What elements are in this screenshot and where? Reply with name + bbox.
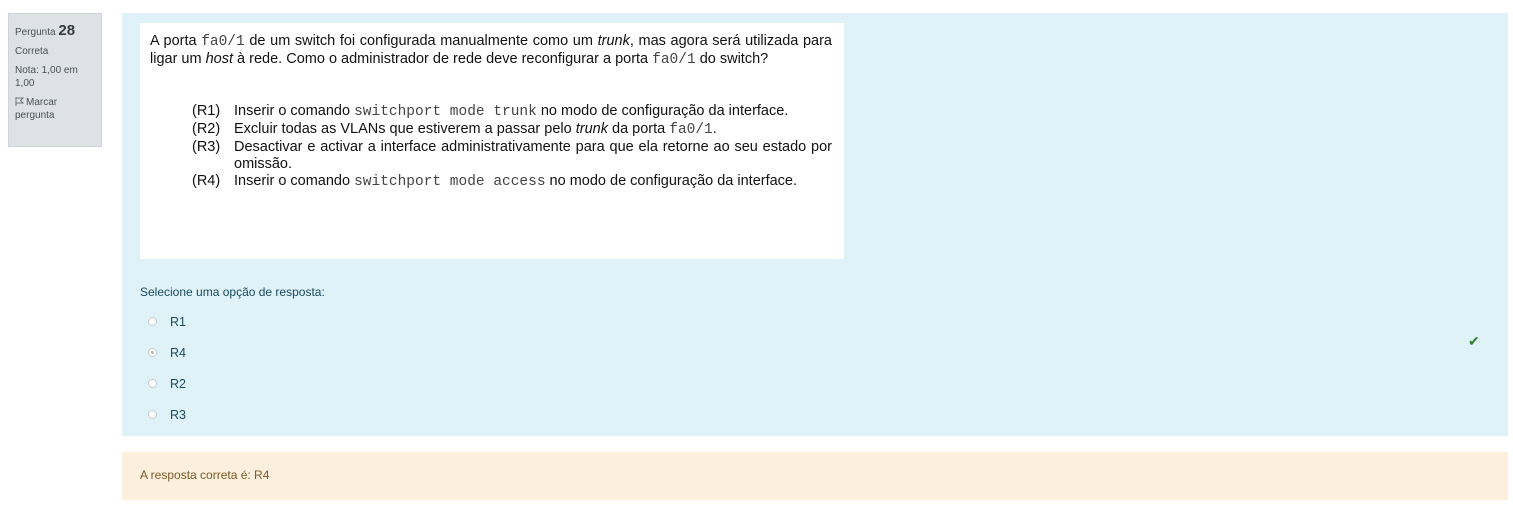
statement-text: Inserir o comando switchport mode access… bbox=[234, 173, 832, 191]
question-text-part: A porta bbox=[150, 33, 202, 49]
statement-label: (R4) bbox=[192, 173, 221, 189]
statement-code: fa0/1 bbox=[669, 122, 713, 138]
answer-label: R4 bbox=[170, 345, 186, 360]
radio-button-selected[interactable] bbox=[148, 348, 157, 357]
statement-label: (R1) bbox=[192, 103, 221, 119]
question-outcome: A resposta correta é: R4 bbox=[122, 452, 1508, 500]
statement-code: switchport mode trunk bbox=[354, 104, 537, 120]
statement-r2: (R2) Excluir todas as VLANs que estivere… bbox=[192, 121, 832, 139]
answer-option-r3[interactable]: R3 bbox=[148, 399, 186, 430]
statement-code: switchport mode access bbox=[354, 174, 546, 190]
answer-label: R1 bbox=[170, 314, 186, 329]
statement-label: (R2) bbox=[192, 121, 221, 137]
statement-text: Desactivar e activar a interface adminis… bbox=[234, 139, 832, 172]
statement-text-part: no modo de configuração da interface. bbox=[545, 173, 798, 189]
question-image: A porta fa0/1 de um switch foi configura… bbox=[140, 23, 844, 259]
question-formulation: A porta fa0/1 de um switch foi configura… bbox=[122, 13, 1508, 436]
statement-text-part: . bbox=[712, 121, 717, 137]
radio-button[interactable] bbox=[148, 410, 157, 419]
question-text-part: de um switch foi configurada manualmente… bbox=[244, 33, 598, 49]
question-grade: Nota: 1,00 em 1,00 bbox=[15, 64, 78, 89]
right-answer-text: A resposta correta é: R4 bbox=[140, 468, 270, 482]
statement-text-part: no modo de configuração da interface. bbox=[536, 103, 789, 119]
answer-label: R2 bbox=[170, 376, 186, 391]
question-number: 28 bbox=[58, 22, 76, 39]
answer-prompt: Selecione uma opção de resposta: bbox=[140, 285, 325, 299]
statement-r3: (R3) Desactivar e activar a interface ad… bbox=[192, 139, 832, 173]
answer-options: R1 R4 R2 R3 bbox=[148, 306, 186, 430]
statement-label: (R3) bbox=[192, 139, 221, 155]
radio-button[interactable] bbox=[148, 317, 157, 326]
statement-text: Inserir o comando switchport mode trunk … bbox=[234, 103, 832, 121]
check-icon: ✔ bbox=[1468, 333, 1480, 349]
answer-option-r1[interactable]: R1 bbox=[148, 306, 186, 337]
statement-text-part: Inserir o comando bbox=[234, 173, 355, 189]
answer-option-r4[interactable]: R4 bbox=[148, 337, 186, 368]
question-state: Correta bbox=[15, 45, 49, 57]
statement-text-part: Inserir o comando bbox=[234, 103, 355, 119]
statement-text: Excluir todas as VLANs que estiverem a p… bbox=[234, 121, 832, 139]
question-text-part: à rede. Como o administrador de rede dev… bbox=[233, 51, 653, 67]
statement-r4: (R4) Inserir o comando switchport mode a… bbox=[192, 173, 832, 191]
answer-label: R3 bbox=[170, 407, 186, 422]
statement-list: (R1) Inserir o comando switchport mode t… bbox=[192, 103, 832, 191]
question-text: A porta fa0/1 de um switch foi configura… bbox=[150, 33, 832, 69]
statement-r1: (R1) Inserir o comando switchport mode t… bbox=[192, 103, 832, 121]
statement-text-part: da porta bbox=[607, 121, 670, 137]
question-code: fa0/1 bbox=[652, 52, 696, 68]
question-emphasis: trunk bbox=[597, 33, 630, 49]
radio-button[interactable] bbox=[148, 379, 157, 388]
question-text-part: do switch? bbox=[695, 51, 769, 67]
answer-option-r2[interactable]: R2 bbox=[148, 368, 186, 399]
question-emphasis: host bbox=[205, 51, 234, 67]
flag-icon bbox=[15, 96, 26, 108]
statement-text-part: Excluir todas as VLANs que estiverem a p… bbox=[234, 121, 576, 137]
question-code: fa0/1 bbox=[201, 34, 245, 50]
question-number-row: Pergunta 28 bbox=[15, 21, 95, 41]
statement-emphasis: trunk bbox=[575, 121, 608, 137]
flag-question-link[interactable]: Marcar pergunta bbox=[15, 96, 95, 122]
question-info: Pergunta 28 Correta Nota: 1,00 em 1,00 M… bbox=[8, 13, 102, 147]
question-prefix: Pergunta bbox=[15, 27, 56, 38]
